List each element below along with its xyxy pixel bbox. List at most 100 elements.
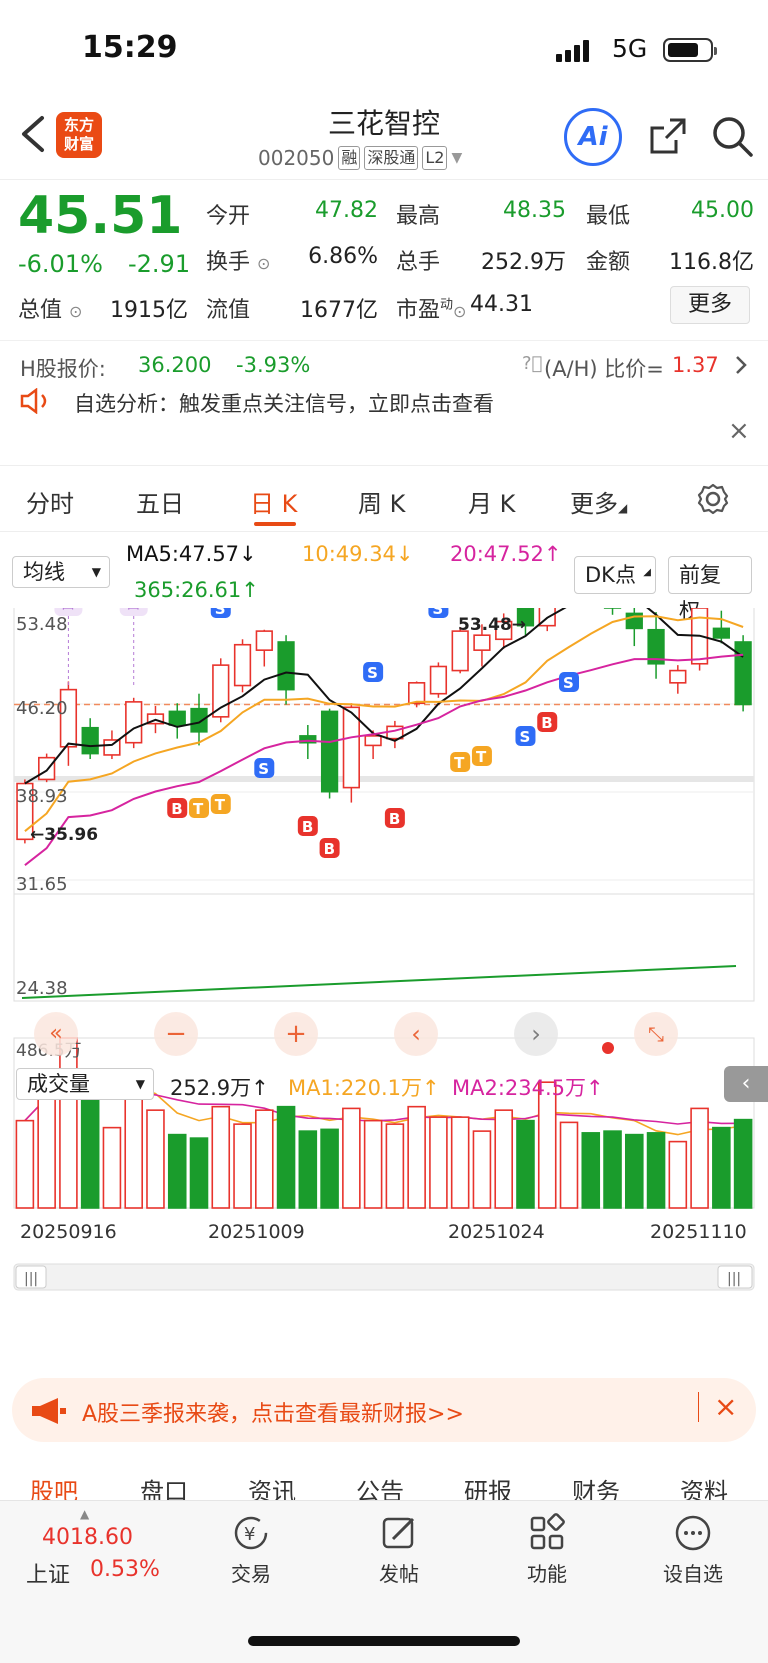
dk-point-select[interactable]: DK点 ◢ [574, 556, 656, 594]
chart-scrollbar[interactable] [13, 1263, 755, 1291]
high-label: 最高 [396, 204, 441, 229]
chart-next-button[interactable]: › [514, 1012, 558, 1056]
stock-code-row[interactable]: 002050 融 深股通 L2 ▼ [258, 146, 462, 170]
cellular-signal-icon [556, 40, 589, 62]
tag-level2: L2 [422, 146, 448, 170]
promo-banner[interactable]: A股三季报来袭，点击查看最新财报>> × [12, 1378, 756, 1442]
amount-label: 金额 [586, 250, 631, 275]
signal-marker-text: B [171, 800, 182, 818]
tab-intraday[interactable]: 分时 [26, 484, 74, 519]
edit-icon [382, 1517, 415, 1549]
megaphone-icon [32, 1398, 66, 1424]
volume-bar [211, 1105, 231, 1209]
tab-more[interactable]: 更多◢ [570, 484, 627, 519]
h-share-label: H股报价: [20, 357, 106, 381]
kline-chart[interactable]: BTTSBBBTTSBSSSS自自 53.48 46.20 38.93 31.6… [0, 608, 768, 1368]
volume-bar [472, 1130, 492, 1209]
indicator-select[interactable]: 均线 ▼ [12, 556, 110, 588]
pe-label: 市盈动⊙ [396, 297, 467, 323]
ma5-value: MA5:47.57↓ [126, 542, 257, 566]
info-icon[interactable]: ⊙ [69, 302, 82, 321]
ma20-value: 20:47.52↑ [450, 542, 562, 566]
turnover-label: 换手 ⊙ [206, 250, 271, 275]
volume-bar [646, 1132, 666, 1209]
volume-bar [712, 1126, 731, 1209]
signal-marker-text: S [563, 674, 574, 692]
volume-indicator-select[interactable]: 成交量 ▼ [16, 1068, 154, 1100]
volume-bar [516, 1119, 535, 1209]
add-watchlist-button[interactable]: 设自选 [648, 1513, 738, 1587]
adjust-select[interactable]: 前复权 [668, 556, 752, 623]
volume-bar [80, 1098, 100, 1209]
close-icon[interactable]: × [714, 1390, 737, 1423]
h-share-row[interactable]: H股报价: 36.200 -3.93% ?⃝ (A/H) 比价= 1.37 [0, 340, 768, 386]
ma365-line [21, 965, 737, 999]
chart-prev-button[interactable]: ‹ [394, 1012, 438, 1056]
tab-daily-k[interactable]: 日 K [250, 484, 297, 519]
volume-bar [559, 1121, 579, 1209]
collapse-panel-button[interactable]: ‹ [724, 1066, 768, 1102]
help-icon[interactable]: ?⃝ [522, 353, 542, 374]
volume-bar [494, 1109, 513, 1209]
volume-bar [385, 1123, 405, 1209]
svg-text:|||: ||| [24, 1271, 38, 1287]
notice-banner[interactable]: 自选分析：触发重点关注信号，立即点击查看 × [0, 386, 768, 466]
volume-bar [603, 1130, 622, 1209]
gear-icon[interactable] [696, 482, 730, 516]
volume-bar [363, 1119, 383, 1209]
ah-ratio-value: 1.37 [672, 353, 719, 377]
mktcap-value: 1915亿 [110, 298, 188, 323]
y-axis-label-top: 53.48 [16, 614, 68, 635]
change-amount: -2.91 [128, 250, 191, 278]
svg-text:|||: ||| [727, 1271, 741, 1287]
tab-weekly-k[interactable]: 周 K [358, 484, 405, 519]
candle [103, 739, 121, 756]
zoom-in-button[interactable]: + [274, 1012, 318, 1056]
index-value[interactable]: 4018.60 [42, 1525, 133, 1550]
candles [16, 608, 752, 844]
post-button[interactable]: 发帖 [354, 1513, 444, 1587]
zoom-out-button[interactable]: − [154, 1012, 198, 1056]
tab-five-day[interactable]: 五日 [136, 484, 184, 519]
change-percent: -6.01% [18, 250, 103, 278]
chart-rewind-button[interactable]: « [34, 1012, 78, 1056]
close-icon[interactable]: × [728, 416, 750, 446]
h-share-pct: -3.93% [236, 353, 311, 377]
indicator-dot [602, 1042, 614, 1054]
search-icon[interactable] [712, 116, 754, 158]
signal-marker-text: B [389, 810, 400, 828]
candle [81, 726, 99, 755]
candle [451, 630, 469, 672]
home-indicator [248, 1636, 520, 1646]
candle [168, 710, 186, 726]
more-button[interactable]: 更多 [670, 286, 750, 324]
volume-bar [429, 1116, 448, 1209]
volume-bar [102, 1126, 122, 1209]
ai-assistant-button[interactable]: Ai [564, 108, 622, 166]
functions-button[interactable]: 功能 [502, 1513, 592, 1587]
volume-bar [124, 1091, 143, 1209]
signal-marker-text: T [193, 800, 204, 818]
info-icon[interactable]: ⊙ [453, 302, 466, 321]
share-icon[interactable] [648, 116, 688, 156]
volume-bar [276, 1105, 296, 1209]
volume-bar [668, 1140, 688, 1209]
volume-bar [342, 1107, 361, 1209]
float-value: 1677亿 [300, 298, 378, 323]
battery-icon [663, 38, 717, 62]
signal-marker-text: T [215, 796, 226, 814]
tag-margin: 融 [338, 146, 361, 170]
signal-marker-text: S [519, 728, 530, 746]
chevron-right-icon [736, 356, 747, 374]
fullscreen-icon[interactable]: ⤡ [634, 1012, 678, 1056]
ma365-value: 365:26.61↑ [134, 578, 259, 602]
volume-legend-row: 成交量 ▼ 252.9万↑ MA1:220.1万↑ MA2:234.5万↑ ‹ [0, 1064, 768, 1104]
info-icon[interactable]: ⊙ [257, 254, 270, 273]
tab-monthly-k[interactable]: 月 K [468, 484, 515, 519]
candle [255, 630, 273, 651]
svg-text:¥: ¥ [244, 1524, 255, 1545]
trade-button[interactable]: ¥ 交易 [206, 1513, 296, 1587]
chart-tabs: 分时 五日 日 K 周 K 月 K 更多◢ [0, 466, 768, 532]
signal-marker-text: B [302, 818, 313, 836]
status-bar: 15:29 5G [0, 0, 768, 100]
